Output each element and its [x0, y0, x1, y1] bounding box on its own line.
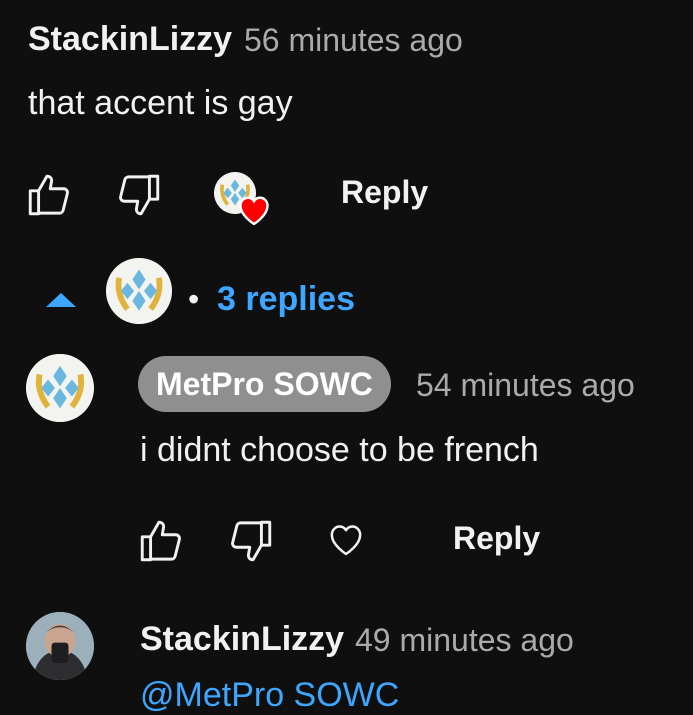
caret-up-icon: [46, 293, 76, 307]
thumbs-up-icon: [28, 174, 69, 216]
reply-dislike-button[interactable]: [224, 516, 278, 566]
like-button[interactable]: [22, 170, 76, 220]
replies-count-link[interactable]: 3 replies: [217, 280, 355, 319]
collapse-replies-button[interactable]: [43, 289, 79, 309]
comment-text: that accent is gay: [28, 84, 293, 122]
channel-owner-badge[interactable]: MetPro SOWC: [138, 356, 391, 412]
reply-author[interactable]: StackinLizzy: [140, 620, 344, 659]
user-photo-icon: [26, 612, 94, 680]
comment-timestamp: 56 minutes ago: [244, 22, 463, 58]
laurel-emblem-icon: [106, 258, 172, 324]
heart-button[interactable]: [326, 520, 366, 558]
thumbs-down-icon: [119, 174, 160, 216]
reply-reply-button[interactable]: Reply: [453, 520, 540, 557]
reply-avatar[interactable]: [26, 354, 94, 422]
reply-button[interactable]: Reply: [341, 174, 428, 211]
creator-heart-badge: [214, 172, 276, 228]
comment-author[interactable]: StackinLizzy: [28, 20, 232, 59]
reply-timestamp: 54 minutes ago: [416, 367, 635, 403]
dislike-button[interactable]: [112, 170, 166, 220]
reply-mention-link[interactable]: @MetPro SOWC: [140, 676, 399, 715]
reply-text: i didnt choose to be french: [140, 431, 539, 469]
heart-outline-icon: [330, 525, 362, 556]
reply-timestamp: 49 minutes ago: [355, 622, 574, 658]
creator-avatar: [106, 258, 172, 324]
reply-avatar-photo[interactable]: [26, 612, 94, 680]
heart-icon: [239, 196, 269, 226]
reply-like-button[interactable]: [134, 516, 188, 566]
thumbs-up-icon: [140, 520, 181, 562]
thumbs-down-icon: [231, 520, 272, 562]
laurel-emblem-icon: [26, 354, 94, 422]
separator-dot: •: [188, 281, 200, 317]
